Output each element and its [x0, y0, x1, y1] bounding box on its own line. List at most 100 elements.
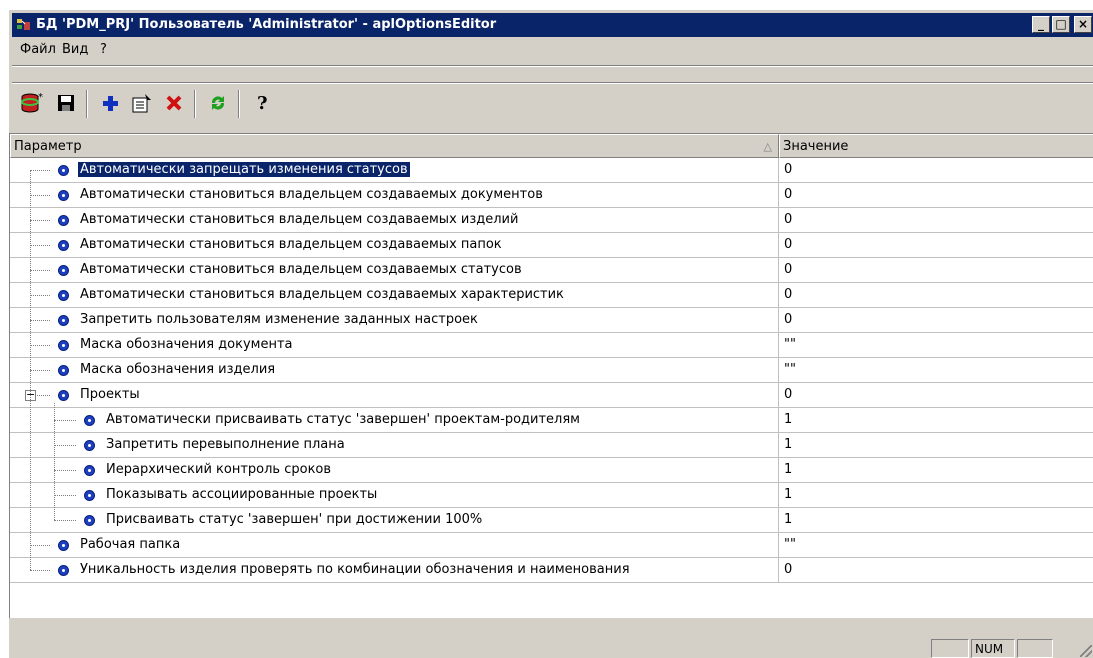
value-cell[interactable]: 1: [779, 508, 1093, 533]
table-row[interactable]: Автоматически становиться владельцем соз…: [10, 183, 1093, 208]
minimize-button[interactable]: _: [1032, 16, 1050, 33]
table-row[interactable]: Уникальность изделия проверять по комбин…: [10, 558, 1093, 583]
value-cell[interactable]: 0: [779, 383, 1093, 408]
table-row[interactable]: Маска обозначения документа "": [10, 333, 1093, 358]
num-lock-indicator: NUM: [975, 642, 1004, 656]
value-cell[interactable]: 0: [779, 258, 1093, 283]
option-node-icon: [58, 315, 69, 326]
table-row[interactable]: Автоматически становиться владельцем соз…: [10, 208, 1093, 233]
param-cell[interactable]: Автоматически становиться владельцем соз…: [10, 183, 779, 208]
title-bar[interactable]: БД 'PDM_PRJ' Пользователь 'Administrator…: [12, 13, 1093, 37]
tree-connector: [30, 320, 50, 321]
param-cell[interactable]: Иерархический контроль сроков: [10, 458, 779, 483]
connect-db-button[interactable]: *: [18, 89, 46, 117]
add-button[interactable]: [96, 89, 124, 117]
param-label: Рабочая папка: [80, 537, 181, 552]
value-cell[interactable]: 0: [779, 183, 1093, 208]
param-cell[interactable]: Автоматически запрещать изменения статус…: [10, 158, 779, 183]
param-label: Запретить перевыполнение плана: [106, 437, 345, 452]
table-row[interactable]: Автоматически становиться владельцем соз…: [10, 233, 1093, 258]
tree-connector: [54, 420, 76, 421]
param-label: Автоматически становиться владельцем соз…: [80, 187, 543, 202]
tree-connector: [54, 445, 76, 446]
option-node-icon: [58, 565, 69, 576]
tree-connector: [30, 545, 50, 546]
database-app-icon: [17, 19, 30, 30]
tree-connector: [30, 170, 50, 171]
table-row[interactable]: Показывать ассоциированные проекты 1: [10, 483, 1093, 508]
option-node-icon: [58, 165, 69, 176]
option-node-icon: [84, 415, 95, 426]
param-cell[interactable]: Запретить пользователям изменение заданн…: [10, 308, 779, 333]
param-cell[interactable]: Маска обозначения изделия: [10, 358, 779, 383]
menu-file[interactable]: Файл: [20, 42, 56, 57]
table-row[interactable]: Автоматически становиться владельцем соз…: [10, 283, 1093, 308]
option-node-icon: [58, 290, 69, 301]
param-cell[interactable]: Уникальность изделия проверять по комбин…: [10, 558, 779, 583]
value-cell[interactable]: 0: [779, 308, 1093, 333]
table-row[interactable]: − Проекты 0: [10, 383, 1093, 408]
table-row[interactable]: Рабочая папка "": [10, 533, 1093, 558]
param-cell[interactable]: Запретить перевыполнение плана: [10, 433, 779, 458]
option-node-icon: [58, 365, 69, 376]
resize-grip[interactable]: [1080, 645, 1092, 657]
param-label: Показывать ассоциированные проекты: [106, 487, 378, 502]
refresh-button[interactable]: [204, 89, 232, 117]
table-row[interactable]: Автоматически становиться владельцем соз…: [10, 258, 1093, 283]
param-cell[interactable]: Автоматически становиться владельцем соз…: [10, 208, 779, 233]
table-row[interactable]: Автоматически запрещать изменения статус…: [10, 158, 1093, 183]
param-cell[interactable]: Маска обозначения документа: [10, 333, 779, 358]
table-row[interactable]: Запретить перевыполнение плана 1: [10, 433, 1093, 458]
value-cell[interactable]: "": [779, 533, 1093, 558]
svg-text:?: ?: [257, 93, 268, 114]
param-cell[interactable]: Автоматически становиться владельцем соз…: [10, 258, 779, 283]
param-cell[interactable]: Показывать ассоциированные проекты: [10, 483, 779, 508]
column-header-value[interactable]: Значение: [779, 134, 1093, 158]
value-cell[interactable]: 0: [779, 208, 1093, 233]
option-node-icon: [84, 465, 95, 476]
save-button[interactable]: [52, 89, 80, 117]
param-label: Запретить пользователям изменение заданн…: [80, 312, 478, 327]
status-panel-num: NUM: [971, 639, 1015, 658]
value-cell[interactable]: 0: [779, 158, 1093, 183]
delete-button[interactable]: [160, 89, 188, 117]
help-button[interactable]: ?: [248, 89, 276, 117]
option-node-icon: [58, 390, 69, 401]
menu-help[interactable]: ?: [100, 42, 107, 57]
value-cell[interactable]: "": [779, 333, 1093, 358]
maximize-button[interactable]: □: [1052, 16, 1070, 33]
column-header-param[interactable]: Параметр △: [10, 134, 779, 158]
toolbar-separator: [238, 90, 240, 118]
param-cell[interactable]: Присваивать статус 'завершен' при достиж…: [10, 508, 779, 533]
param-cell[interactable]: Автоматически присваивать статус 'заверш…: [10, 408, 779, 433]
value-cell[interactable]: 0: [779, 283, 1093, 308]
table-row[interactable]: Маска обозначения изделия "": [10, 358, 1093, 383]
options-grid: Параметр △ Значение Автоматически запрещ…: [9, 133, 1093, 618]
menu-view[interactable]: Вид: [62, 42, 88, 57]
value-cell[interactable]: "": [779, 358, 1093, 383]
table-row[interactable]: Запретить пользователям изменение заданн…: [10, 308, 1093, 333]
table-row[interactable]: Иерархический контроль сроков 1: [10, 458, 1093, 483]
param-label: Автоматически становиться владельцем соз…: [80, 237, 502, 252]
param-cell[interactable]: Автоматически становиться владельцем соз…: [10, 233, 779, 258]
tree-connector: [54, 470, 76, 471]
param-cell[interactable]: − Проекты: [10, 383, 779, 408]
sort-ascending-icon: △: [763, 140, 772, 153]
value-cell[interactable]: 1: [779, 433, 1093, 458]
tree-connector: [30, 220, 50, 221]
param-cell[interactable]: Рабочая папка: [10, 533, 779, 558]
value-cell[interactable]: 0: [779, 558, 1093, 583]
refresh-icon: [211, 96, 225, 110]
column-header-param-label: Параметр: [14, 139, 82, 154]
close-button[interactable]: ×: [1074, 16, 1092, 33]
table-row[interactable]: Присваивать статус 'завершен' при достиж…: [10, 508, 1093, 533]
value-cell[interactable]: 1: [779, 408, 1093, 433]
value-cell[interactable]: 1: [779, 458, 1093, 483]
option-node-icon: [58, 240, 69, 251]
properties-button[interactable]: [128, 89, 156, 117]
value-cell[interactable]: 1: [779, 483, 1093, 508]
table-row[interactable]: Автоматически присваивать статус 'заверш…: [10, 408, 1093, 433]
param-label: Присваивать статус 'завершен' при достиж…: [106, 512, 483, 527]
param-cell[interactable]: Автоматически становиться владельцем соз…: [10, 283, 779, 308]
value-cell[interactable]: 0: [779, 233, 1093, 258]
